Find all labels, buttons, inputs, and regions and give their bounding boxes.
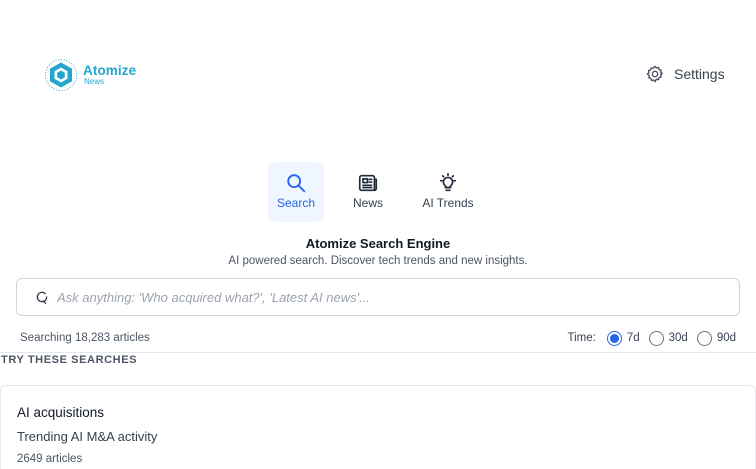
tab-ai-trends-label: AI Trends	[422, 196, 474, 210]
tab-search[interactable]: Search	[268, 162, 324, 222]
suggestion-title: AI acquisitions	[17, 405, 105, 420]
settings-button[interactable]: Settings	[645, 64, 725, 84]
time-filter: Time: 7d 30d 90d	[567, 330, 736, 346]
brand-wordmark: Atomize News	[83, 64, 136, 87]
engine-subtitle: AI powered search. Discover tech trends …	[228, 255, 528, 267]
time-option-7d[interactable]: 7d	[606, 330, 640, 346]
article-count: Searching 18,283 articles	[20, 332, 150, 344]
time-option-7d-label: 7d	[626, 332, 640, 344]
engine-title: Atomize Search Engine	[305, 236, 451, 251]
time-option-30d-label: 30d	[668, 332, 688, 344]
tab-ai-trends[interactable]: AI Trends	[410, 162, 486, 222]
suggestion-card[interactable]: AI acquisitions Trending AI M&A activity…	[0, 385, 756, 469]
tab-search-label: Search	[276, 196, 316, 210]
brand-name: Atomize	[83, 62, 137, 78]
loading-spinner-icon	[36, 291, 48, 304]
suggestion-article-count: 2649 articles	[17, 453, 83, 465]
search-icon	[287, 174, 306, 193]
brand-logo[interactable]: Atomize News	[43, 58, 136, 92]
radio-30d[interactable]	[648, 330, 664, 346]
time-filter-label: Time:	[567, 332, 596, 344]
suggestion-description: Trending AI M&A activity	[17, 429, 158, 444]
search-input[interactable]	[57, 289, 697, 305]
search-meta-row: Searching 18,283 articles Time: 7d 30d 9…	[20, 330, 736, 346]
time-option-90d[interactable]: 90d	[696, 330, 736, 346]
newspaper-icon	[358, 174, 378, 192]
atomize-logo-icon	[45, 59, 77, 91]
tab-news[interactable]: News	[324, 162, 412, 222]
mode-tabs: Search News AI Trends	[268, 162, 486, 222]
gear-icon	[646, 65, 663, 83]
radio-7d[interactable]	[606, 330, 622, 346]
brand-subname: News	[84, 77, 105, 87]
radio-90d[interactable]	[696, 330, 712, 346]
time-option-30d[interactable]: 30d	[648, 330, 688, 346]
tab-news-label: News	[352, 196, 383, 210]
settings-label: Settings	[674, 66, 725, 82]
suggestions-heading: TRY THESE SEARCHES	[1, 354, 138, 366]
search-box[interactable]	[16, 278, 740, 316]
section-divider	[0, 352, 756, 353]
time-option-90d-label: 90d	[716, 332, 736, 344]
top-header: Atomize News Settings	[0, 0, 756, 150]
lightbulb-icon	[439, 173, 457, 192]
